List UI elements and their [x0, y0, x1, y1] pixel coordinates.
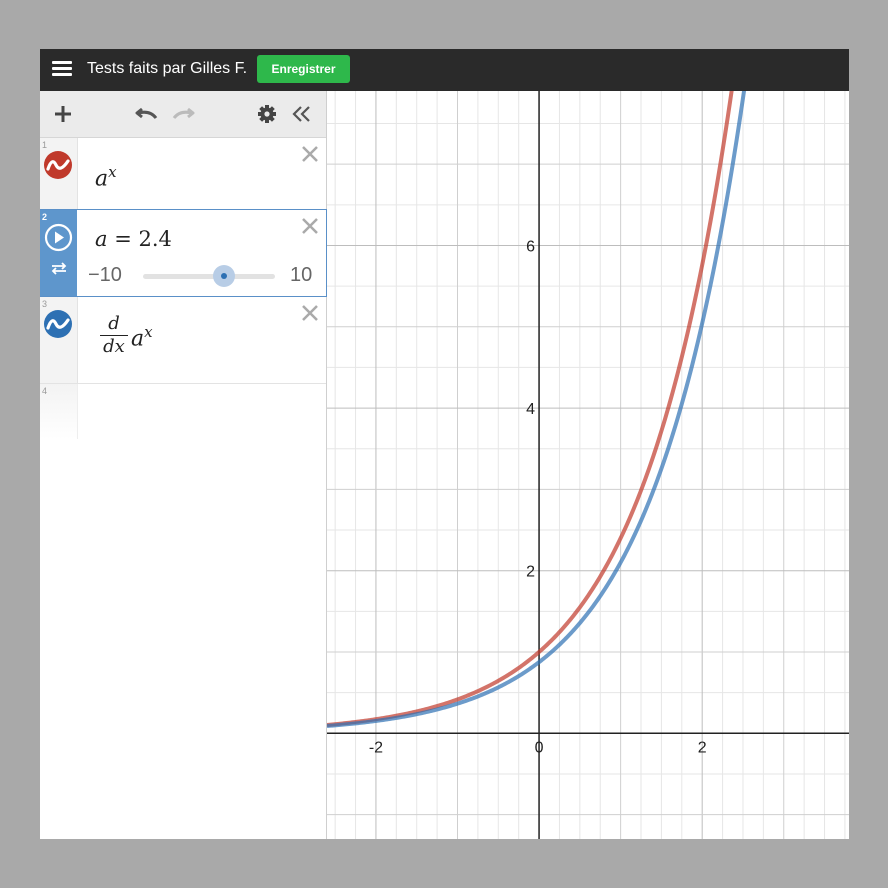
undo-icon[interactable]	[134, 103, 160, 125]
app-window: Tests faits par Gilles F. Enregistrer 1 …	[40, 49, 849, 839]
gear-icon[interactable]	[256, 103, 278, 125]
y-tick-label: 4	[526, 401, 535, 418]
graph-canvas[interactable]: -2 0 2 2 4 6	[327, 91, 849, 839]
base: a	[95, 166, 109, 192]
sine-wave-icon[interactable]	[44, 310, 72, 338]
double-chevron-left-icon[interactable]	[290, 103, 314, 125]
expression-number: 1	[42, 140, 48, 150]
fraction-numerator: d	[108, 313, 120, 334]
graph-background	[327, 91, 849, 839]
expression-tab: 3	[40, 297, 78, 383]
x-tick-label: 0	[535, 739, 544, 756]
expression-row-3[interactable]: 3 d dx ax	[40, 297, 326, 384]
y-tick-label: 2	[526, 564, 535, 581]
expression-tab: 4	[40, 384, 78, 439]
graph-title: Tests faits par Gilles F.	[87, 60, 248, 77]
expression-tab: 2	[40, 210, 77, 296]
close-icon[interactable]	[300, 303, 320, 323]
expression-number: 4	[42, 386, 48, 396]
slider-handle[interactable]	[213, 265, 235, 287]
exponent: x	[108, 163, 117, 181]
expression-formula: ax	[95, 163, 117, 191]
expression-row-4[interactable]: 4	[40, 384, 326, 439]
expression-formula: ax	[131, 323, 153, 351]
expression-list: 1 ax 2 a = 2.4 −10 10 3 d dx ax 4	[40, 91, 327, 839]
loop-icon[interactable]	[49, 260, 69, 276]
slider-equation: a = 2.4	[95, 227, 172, 251]
equals-sign: =	[114, 227, 132, 251]
fraction-denominator: dx	[103, 336, 125, 357]
expression-number: 2	[42, 212, 48, 222]
play-icon[interactable]	[44, 223, 73, 252]
exponent: x	[144, 323, 153, 341]
slider-variable: a	[95, 227, 108, 251]
hamburger-menu-icon[interactable]	[52, 59, 72, 79]
close-icon[interactable]	[300, 144, 320, 164]
close-icon[interactable]	[300, 216, 320, 236]
slider-max-label[interactable]: 10	[290, 264, 312, 287]
expression-row-1[interactable]: 1 ax	[40, 138, 326, 210]
expression-number: 3	[42, 299, 48, 309]
redo-icon[interactable]	[170, 103, 196, 125]
base: a	[131, 326, 145, 352]
slider-track[interactable]	[143, 274, 275, 279]
top-bar: Tests faits par Gilles F. Enregistrer	[40, 49, 849, 91]
slider-min-label[interactable]: −10	[88, 264, 122, 287]
expression-row-2[interactable]: 2 a = 2.4 −10 10	[40, 209, 327, 297]
save-button[interactable]: Enregistrer	[257, 55, 350, 83]
slider-value[interactable]: 2.4	[139, 227, 172, 251]
derivative-fraction: d dx	[100, 315, 128, 356]
sine-wave-icon[interactable]	[44, 151, 72, 179]
x-tick-label: 2	[698, 739, 707, 756]
expression-toolbar	[40, 91, 326, 138]
x-tick-label: -2	[369, 739, 383, 756]
plus-icon[interactable]	[52, 103, 74, 125]
expression-tab: 1	[40, 138, 78, 209]
y-tick-label: 6	[526, 238, 535, 255]
